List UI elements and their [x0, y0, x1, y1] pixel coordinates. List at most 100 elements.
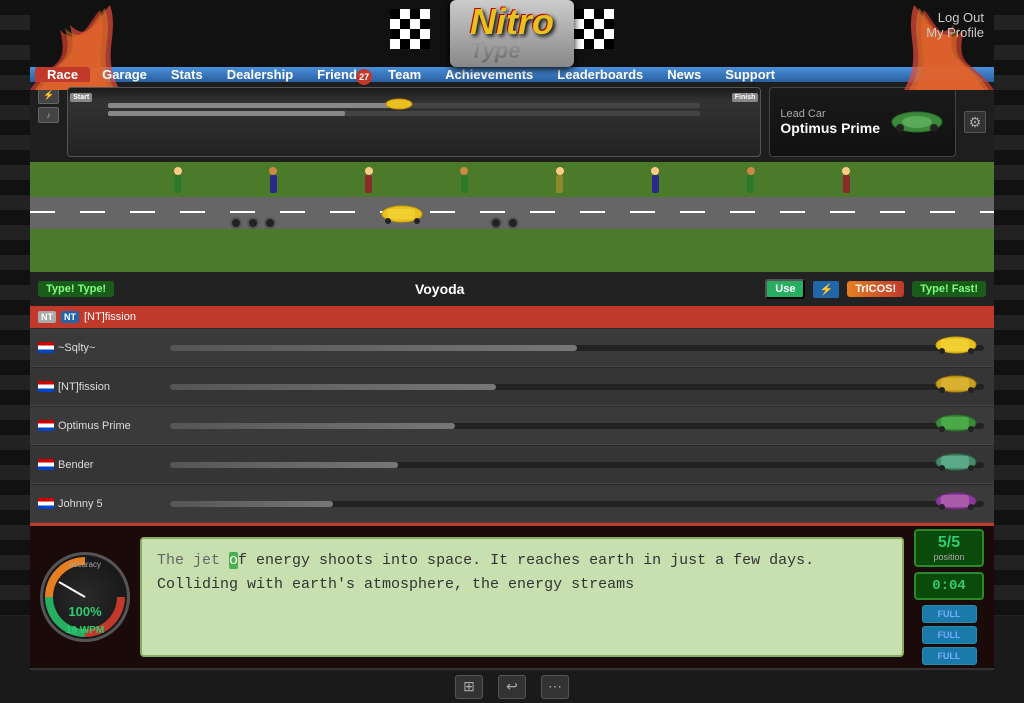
player-info-5: Johnny 5 — [30, 498, 160, 510]
player-name-5: Johnny 5 — [58, 498, 103, 510]
logo-nitro: Nitro — [470, 1, 554, 42]
lane-car-5 — [934, 491, 979, 516]
bottom-icon-back[interactable]: ↩ — [498, 675, 526, 699]
tire-obstacles — [230, 217, 276, 229]
nav-race[interactable]: Race — [35, 67, 90, 82]
track-start-label: Start — [70, 93, 92, 102]
lead-car-label: Lead Car — [780, 108, 880, 120]
nitro-bars: FULL FULL FULL — [922, 605, 977, 665]
road-markings — [30, 211, 994, 213]
lead-car-name: Optimus Prime — [780, 120, 880, 136]
current-char: o — [229, 552, 238, 569]
tire-obstacles-2 — [490, 217, 519, 229]
flag-3 — [38, 420, 54, 431]
race-lane-1: ~Sqlty~ — [30, 329, 994, 367]
race-lane-5: Johnny 5 — [30, 485, 994, 523]
track-finish-label: Finish — [732, 93, 759, 102]
nitro-label: TrICOS! — [847, 281, 904, 297]
nav-dealership[interactable]: Dealership — [215, 67, 305, 82]
tire-border-left — [0, 0, 30, 616]
nitro-bar-1: FULL — [922, 605, 977, 623]
player-name-4: Bender — [58, 459, 93, 471]
track-ctrl-2[interactable]: ♪ — [38, 107, 59, 123]
settings-button[interactable]: ⚙ — [964, 111, 986, 133]
lane-progress-fill-5 — [170, 501, 333, 507]
nav-garage[interactable]: Garage — [90, 67, 159, 82]
player-info-3: Optimus Prime — [30, 420, 160, 432]
typed-text: The jet — [157, 552, 229, 569]
lead-car-image — [890, 110, 945, 135]
nt-team-row: NT NT [NT]fission — [30, 306, 994, 328]
position-display: 5/5 position — [914, 529, 984, 567]
use-button[interactable]: Use — [765, 279, 805, 299]
grass-bottom — [30, 229, 994, 272]
flag-5 — [38, 498, 54, 509]
lane-car-3 — [934, 413, 979, 438]
lane-progress-2 — [170, 384, 984, 390]
nav-stats[interactable]: Stats — [159, 67, 215, 82]
lane-progress-fill-2 — [170, 384, 496, 390]
logo-type: Type — [470, 38, 521, 63]
bottom-icon-more[interactable]: ⋯ — [541, 675, 569, 699]
lane-progress-fill-3 — [170, 423, 455, 429]
nitro-indicator: ⚡ — [813, 281, 839, 298]
lane-car-2 — [934, 374, 979, 399]
lane-car-1 — [934, 335, 979, 360]
spectators — [130, 167, 894, 193]
checkered-flag-left — [390, 9, 450, 59]
lane-car-4 — [934, 452, 979, 477]
tire-border-right — [994, 0, 1024, 616]
race-area: ⚡ ♪ Start Finish — [30, 82, 994, 703]
nt-badge-1: NT — [38, 311, 56, 323]
nav-leaderboards[interactable]: Leaderboards — [545, 67, 655, 82]
accuracy-label: accuracy — [69, 560, 101, 569]
lane-progress-4 — [170, 462, 984, 468]
typing-word: Voyoda — [122, 281, 757, 297]
nt-badge-2: NT — [61, 311, 79, 323]
track-section: ⚡ ♪ Start Finish — [30, 82, 994, 162]
position-fraction: 5/5 — [938, 534, 960, 552]
type-fast-label: Type! Fast! — [912, 281, 986, 297]
race-lane-2: [NT]fission — [30, 368, 994, 406]
lane-progress-fill-1 — [170, 345, 577, 351]
speedo-circle: accuracy 100% 19 WPM — [40, 552, 130, 642]
nav-team[interactable]: Team — [376, 67, 433, 82]
lane-progress-fill-4 — [170, 462, 398, 468]
dashboard: accuracy 100% 19 WPM The jet of energy s… — [30, 523, 994, 668]
logo: Nitro Type — [450, 0, 574, 67]
flag-1 — [38, 342, 54, 353]
action-bar: Type! Type! Voyoda Use ⚡ TrICOS! Type! F… — [30, 272, 994, 306]
checkered-flag-right — [574, 9, 634, 59]
lead-car-info: Lead Car Optimus Prime — [769, 87, 956, 157]
time-display: 0:04 — [914, 572, 984, 600]
nt-team-label: [NT]fission — [84, 311, 136, 323]
race-car-1 — [380, 204, 425, 229]
flag-2 — [38, 381, 54, 392]
header: Nitro Type — [30, 0, 994, 67]
lane-progress-1 — [170, 345, 984, 351]
nitro-bar-3: FULL — [922, 647, 977, 665]
lane-progress-5 — [170, 501, 984, 507]
nitro-bar-2: FULL — [922, 626, 977, 644]
nav-news[interactable]: News — [655, 67, 713, 82]
nav-support[interactable]: Support — [713, 67, 787, 82]
race-lane-3: Optimus Prime — [30, 407, 994, 445]
player-info-4: Bender — [30, 459, 160, 471]
wpm-value: 19 WPM — [66, 625, 104, 636]
race-lanes: NT NT [NT]fission ~Sqlty~ — [30, 306, 994, 523]
race-scene — [30, 162, 994, 272]
player-name-2: [NT]fission — [58, 381, 110, 393]
player-info-2: [NT]fission — [30, 381, 160, 393]
nav-achievements[interactable]: Achievements — [433, 67, 545, 82]
right-panel: 5/5 position 0:04 FULL FULL FULL — [914, 529, 984, 665]
remaining-text: f energy shoots into space. It reaches e… — [157, 552, 814, 593]
bottom-icon-grid[interactable]: ⊞ — [455, 675, 483, 699]
player-info-1: ~Sqlty~ — [30, 342, 160, 354]
bottom-icons-bar: ⊞ ↩ ⋯ — [30, 668, 994, 703]
nav-friends[interactable]: Friends 27 — [305, 67, 376, 82]
lane-progress-3 — [170, 423, 984, 429]
type-prompt-left: Type! Type! — [38, 281, 114, 297]
player-name-3: Optimus Prime — [58, 420, 131, 432]
accuracy-value: 100% — [68, 604, 101, 619]
flag-4 — [38, 459, 54, 470]
